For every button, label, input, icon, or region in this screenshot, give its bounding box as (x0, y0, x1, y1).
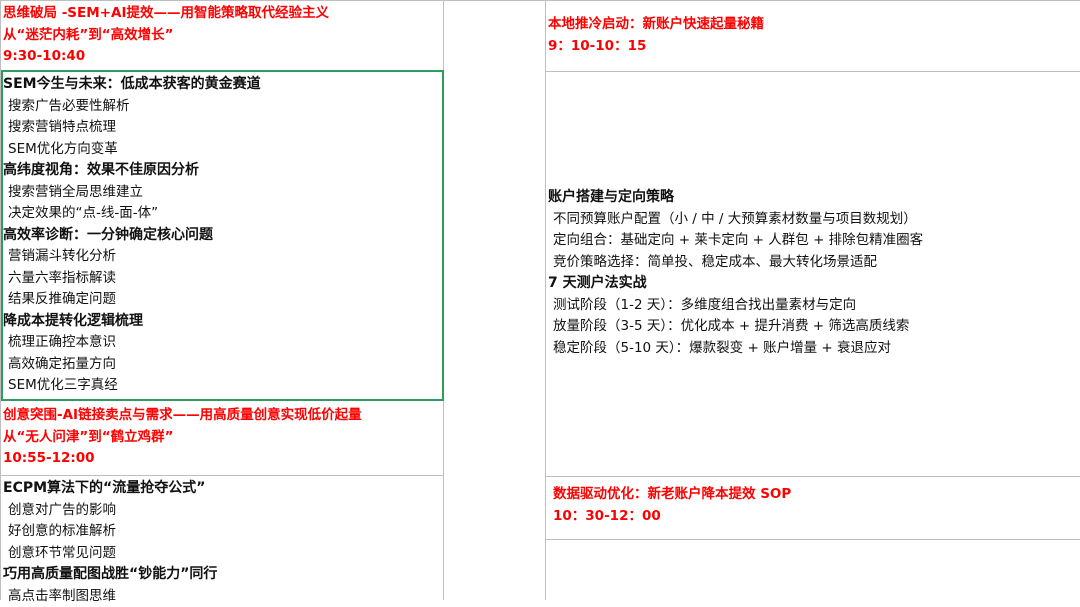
list-item: 搜索营销特点梳理 (3, 117, 443, 139)
list-item: 测试阶段（1-2 天）：多维度组合找出量素材与定向 (548, 295, 1080, 317)
session-time: 10:55-12:00 (3, 448, 443, 470)
section-heading: 高效率诊断：一分钟确定核心问题 (3, 225, 443, 247)
ecpm-content: ECPM算法下的“流量抢夺公式” 创意对广告的影响 好创意的标准解析 创意环节常… (3, 478, 443, 607)
session-header-2: 创意突围-AI链接卖点与需求——用高质量创意实现低价起量 从“无人问津”到“鹤立… (3, 405, 443, 470)
list-item: 好创意的标准解析 (3, 521, 443, 543)
grid-line (0, 0, 1080, 1)
list-item: 搜索营销全局思维建立 (3, 182, 443, 204)
list-item: 放量阶段（3-5 天）：优化成本 + 提升消费 + 筛选高质线索 (548, 316, 1080, 338)
sem-content: SEM今生与未来：低成本获客的黄金赛道 搜索广告必要性解析 搜索营销特点梳理 S… (3, 74, 443, 397)
list-item: SEM优化方向变革 (3, 139, 443, 161)
grid-line (545, 71, 1080, 72)
session-time: 9：10-10：15 (548, 36, 1080, 58)
section-heading: SEM今生与未来：低成本获客的黄金赛道 (3, 74, 443, 96)
list-item: 搜索广告必要性解析 (3, 96, 443, 118)
section-heading: 高纬度视角：效果不佳原因分析 (3, 160, 443, 182)
session-title: 思维破局 -SEM+AI提效——用智能策略取代经验主义 (3, 3, 443, 25)
session-time: 10：30-12：00 (553, 506, 1080, 528)
account-strategy-content: 账户搭建与定向策略 不同预算账户配置（小 / 中 / 大预算素材数量与项目数规划… (548, 187, 1080, 359)
session-subtitle: 从“迷茫内耗”到“高效增长” (3, 25, 443, 47)
section-heading: 降成本提转化逻辑梳理 (3, 311, 443, 333)
list-item: SEM优化三字真经 (3, 375, 443, 397)
list-item: 创意环节常见问题 (3, 543, 443, 565)
list-item: 梳理正确控本意识 (3, 332, 443, 354)
session-title: 数据驱动优化：新老账户降本提效 SOP (553, 484, 1080, 506)
session-time: 9:30-10:40 (3, 46, 443, 68)
grid-line (545, 0, 546, 600)
grid-line (0, 475, 443, 476)
grid-line (545, 476, 1080, 477)
session-header-3: 本地推冷启动：新账户快速起量秘籍 9：10-10：15 (548, 14, 1080, 57)
section-heading: ECPM算法下的“流量抢夺公式” (3, 478, 443, 500)
session-title: 创意突围-AI链接卖点与需求——用高质量创意实现低价起量 (3, 405, 443, 427)
list-item: 稳定阶段（5-10 天）：爆款裂变 + 账户增量 + 衰退应对 (548, 338, 1080, 360)
list-item: 六量六率指标解读 (3, 268, 443, 290)
list-item: 竞价策略选择：简单投、稳定成本、最大转化场景适配 (548, 252, 1080, 274)
list-item: 不同预算账户配置（小 / 中 / 大预算素材数量与项目数规划） (548, 209, 1080, 231)
list-item: 高效确定拓量方向 (3, 354, 443, 376)
list-item: 高点击率制图思维 (3, 586, 443, 607)
section-heading: 巧用高质量配图战胜“钞能力”同行 (3, 564, 443, 586)
section-heading: 7 天测户法实战 (548, 273, 1080, 295)
list-item: 决定效果的“点-线-面-体” (3, 203, 443, 225)
session-header-1: 思维破局 -SEM+AI提效——用智能策略取代经验主义 从“迷茫内耗”到“高效增… (3, 3, 443, 68)
section-heading: 账户搭建与定向策略 (548, 187, 1080, 209)
list-item: 营销漏斗转化分析 (3, 246, 443, 268)
session-header-4: 数据驱动优化：新老账户降本提效 SOP 10：30-12：00 (553, 484, 1080, 527)
list-item: 定向组合：基础定向 + 莱卡定向 + 人群包 + 排除包精准圈客 (548, 230, 1080, 252)
session-subtitle: 从“无人问津”到“鹤立鸡群” (3, 427, 443, 449)
list-item: 创意对广告的影响 (3, 500, 443, 522)
grid-line (545, 539, 1080, 540)
session-title: 本地推冷启动：新账户快速起量秘籍 (548, 14, 1080, 36)
list-item: 结果反推确定问题 (3, 289, 443, 311)
